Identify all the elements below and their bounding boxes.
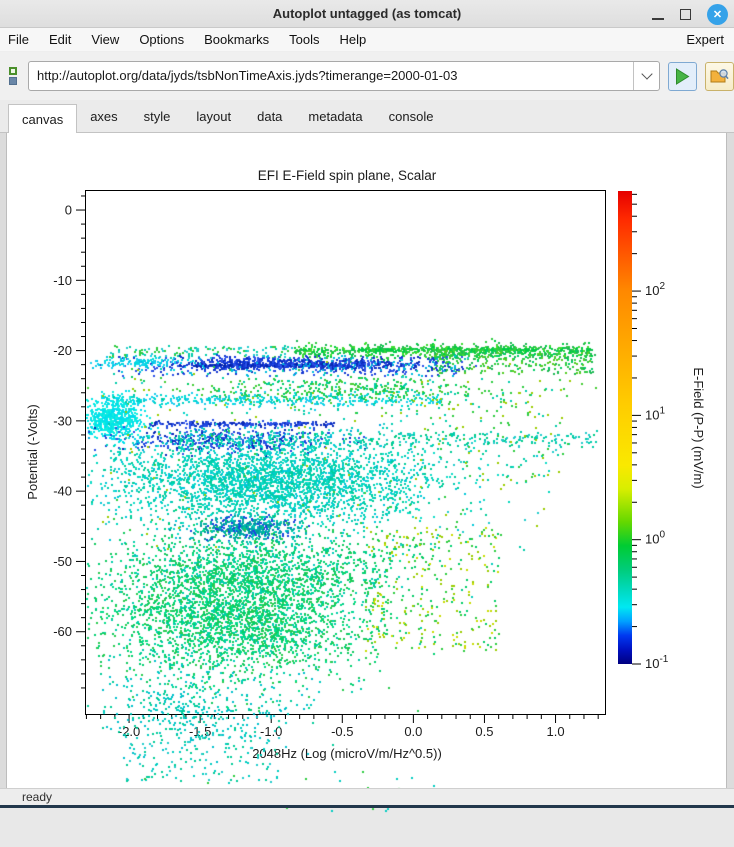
tab-canvas[interactable]: canvas bbox=[8, 104, 78, 133]
y-axis-label: Potential (-Volts) bbox=[25, 404, 40, 499]
url-dropdown-button[interactable] bbox=[633, 62, 659, 90]
y-tick-label: -60 bbox=[53, 624, 72, 639]
colorbar-ticks: 102 101 100 10-1 bbox=[632, 193, 669, 671]
y-tick-label: -40 bbox=[53, 484, 72, 499]
inspect-file-button[interactable] bbox=[705, 61, 734, 91]
menu-options[interactable]: Options bbox=[129, 28, 194, 52]
menu-tools[interactable]: Tools bbox=[279, 28, 329, 52]
url-input[interactable]: http://autoplot.org/data/jyds/tsbNonTime… bbox=[29, 62, 633, 90]
folder-magnifier-icon bbox=[710, 68, 729, 82]
maximize-button[interactable] bbox=[680, 8, 691, 20]
app-window: Autoplot untagged (as tomcat) ✕ File Edi… bbox=[0, 0, 734, 847]
tab-console[interactable]: console bbox=[376, 102, 447, 132]
y-tick-label: 0 bbox=[65, 203, 72, 218]
y-tick-label: -50 bbox=[53, 554, 72, 569]
colorbar[interactable] bbox=[618, 191, 632, 664]
title-bar: Autoplot untagged (as tomcat) ✕ bbox=[0, 0, 734, 28]
colorbar-tick-label: 102 bbox=[645, 281, 665, 298]
colorbar-tick-label: 100 bbox=[645, 530, 665, 547]
colorbar-tick-label: 101 bbox=[645, 405, 665, 422]
tab-data[interactable]: data bbox=[244, 102, 295, 132]
y-tick-label: -20 bbox=[53, 343, 72, 358]
chevron-down-icon bbox=[640, 68, 653, 80]
tab-axes[interactable]: axes bbox=[77, 102, 130, 132]
plot-title: EFI E-Field spin plane, Scalar bbox=[258, 168, 437, 183]
status-bar: ready bbox=[0, 788, 734, 805]
menu-file[interactable]: File bbox=[0, 28, 39, 52]
scatter-points-canvas[interactable] bbox=[86, 324, 605, 847]
y-tick-label: -30 bbox=[53, 413, 72, 428]
play-icon bbox=[676, 67, 690, 85]
tab-layout[interactable]: layout bbox=[183, 102, 244, 132]
data-source-type-icon bbox=[4, 67, 22, 85]
address-toolbar: http://autoplot.org/data/jyds/tsbNonTime… bbox=[0, 52, 734, 100]
menu-help[interactable]: Help bbox=[330, 28, 377, 52]
menu-view[interactable]: View bbox=[81, 28, 129, 52]
colorbar-label: E-Field (P-P) (mV/m) bbox=[691, 367, 706, 488]
minimize-button[interactable] bbox=[652, 8, 664, 20]
colorbar-tick-label: 10-1 bbox=[645, 654, 669, 671]
y-tick-label: -10 bbox=[53, 273, 72, 288]
url-combobox[interactable]: http://autoplot.org/data/jyds/tsbNonTime… bbox=[28, 61, 660, 91]
menu-bar: File Edit View Options Bookmarks Tools H… bbox=[0, 28, 734, 52]
go-plot-button[interactable] bbox=[668, 61, 697, 91]
menu-edit[interactable]: Edit bbox=[39, 28, 81, 52]
window-title: Autoplot untagged (as tomcat) bbox=[272, 6, 462, 21]
y-axis-ticks: 0 -10 -20 -30 -40 -50 -60 bbox=[53, 195, 86, 689]
menu-bookmarks[interactable]: Bookmarks bbox=[194, 28, 279, 52]
tab-style[interactable]: style bbox=[131, 102, 184, 132]
close-icon: ✕ bbox=[712, 8, 723, 21]
status-text: ready bbox=[22, 790, 53, 804]
close-button[interactable]: ✕ bbox=[707, 3, 728, 25]
expert-mode-label[interactable]: Expert bbox=[676, 28, 734, 52]
tab-metadata[interactable]: metadata bbox=[295, 102, 375, 132]
tab-strip: canvas axes style layout data metadata c… bbox=[0, 100, 734, 133]
